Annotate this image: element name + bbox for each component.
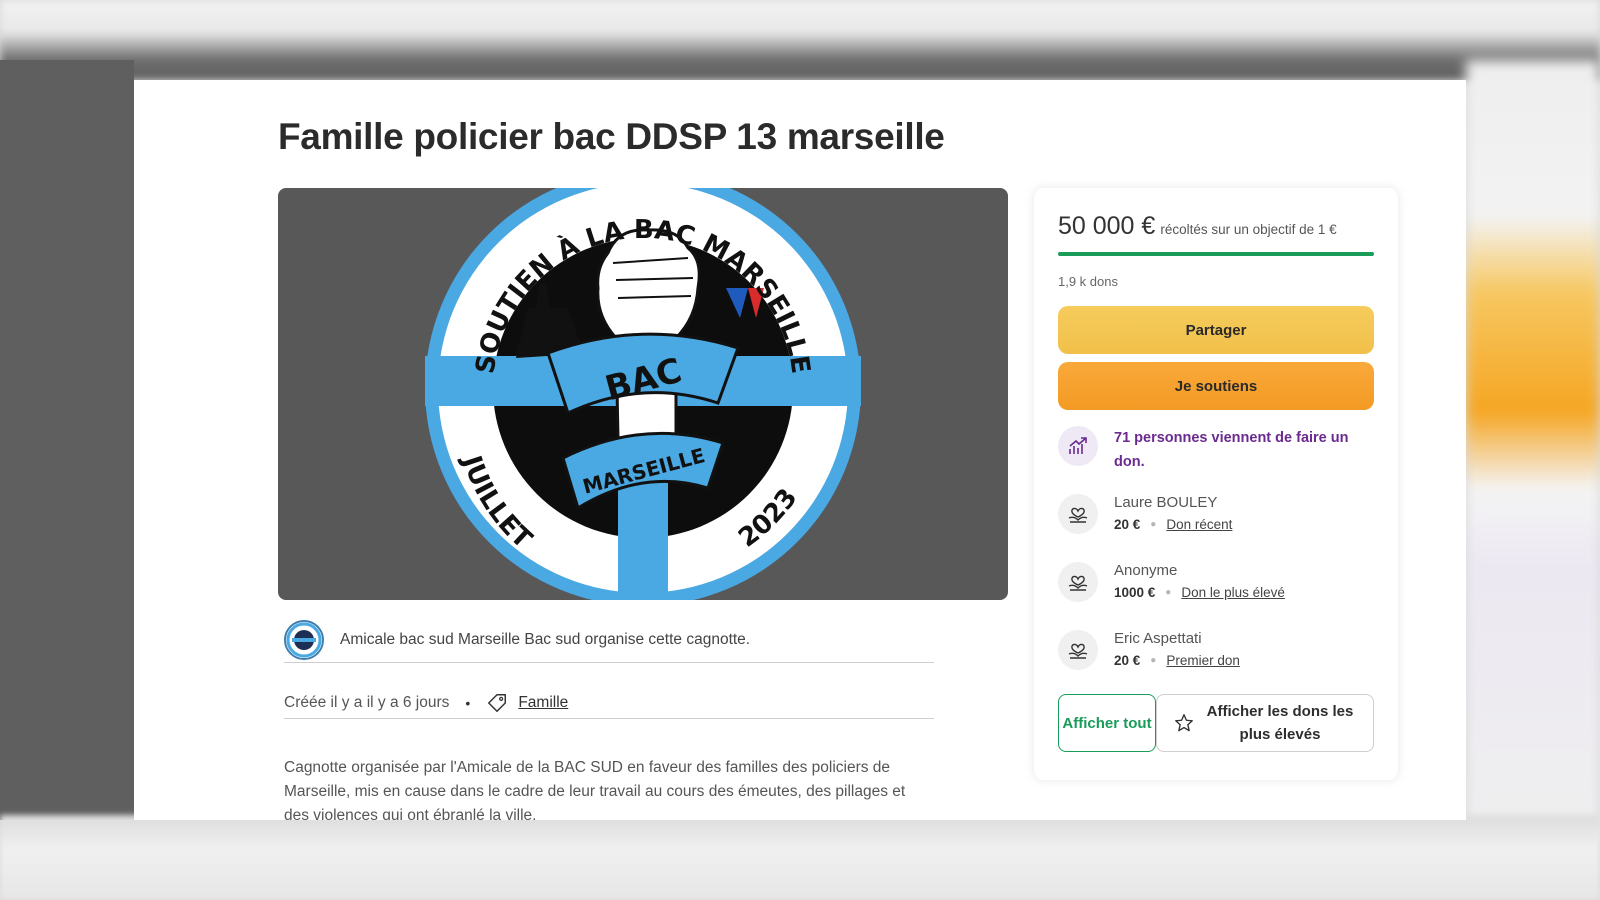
organizer-logo-icon <box>286 622 322 658</box>
donor-amount: 1000 € <box>1114 585 1156 600</box>
organizer-text: Amicale bac sud Marseille Bac sud organi… <box>340 631 751 648</box>
donor-name: Laure BOULEY <box>1114 494 1218 511</box>
amount-goal-text: récoltés sur un objectif de 1 € <box>1160 222 1337 237</box>
donor-amount: 20 € <box>1114 653 1141 668</box>
heart-hand-icon <box>1058 562 1098 602</box>
heart-hand-icon <box>1058 494 1098 534</box>
divider <box>284 718 934 719</box>
heart-hand-icon <box>1058 630 1098 670</box>
campaign-meta: Créée il y a il y a 6 jours • Famille <box>284 692 568 714</box>
campaign-description: Cagnotte organisée par l'Amicale de la B… <box>284 759 906 820</box>
donor-badge-link[interactable]: Don le plus élevé <box>1181 582 1285 604</box>
tag-icon <box>488 694 507 712</box>
show-all-button[interactable]: Afficher tout <box>1058 694 1156 752</box>
amount-row: 50 000 € récoltés sur un objectif de 1 € <box>1058 212 1337 241</box>
recent-activity: 71 personnes viennent de faire un don. <box>1058 426 1374 474</box>
support-button[interactable]: Je soutiens <box>1058 362 1374 410</box>
divider <box>284 662 934 663</box>
share-button[interactable]: Partager <box>1058 306 1374 354</box>
donor-item: Eric Aspettati 20 € ● Premier don <box>1058 628 1240 672</box>
star-icon <box>1175 714 1193 732</box>
background-blur-bottom <box>0 815 1600 900</box>
dot-separator: ● <box>1150 655 1157 666</box>
progress-bar <box>1058 252 1374 256</box>
recent-activity-text: 71 personnes viennent de faire un don. <box>1114 430 1349 470</box>
campaign-hero-image: BAC MARSEILLE SOUTIEN À LA BAC MARSEILLE… <box>278 188 1008 600</box>
background-blur-top <box>0 0 1600 80</box>
donor-name: Anonyme <box>1114 562 1178 579</box>
background-blur-left <box>0 60 134 820</box>
progress-bar-fill <box>1058 252 1374 256</box>
show-top-donations-label: Afficher les dons les plus élevés <box>1206 703 1354 743</box>
bac-marseille-badge-logo: BAC MARSEILLE SOUTIEN À LA BAC MARSEILLE… <box>425 188 861 600</box>
donor-item: Anonyme 1000 € ● Don le plus élevé <box>1058 560 1285 604</box>
category-link[interactable]: Famille <box>518 694 568 712</box>
donation-card: 50 000 € récoltés sur un objectif de 1 €… <box>1034 188 1398 780</box>
dot-separator: ● <box>1150 519 1157 530</box>
donor-item: Laure BOULEY 20 € ● Don récent <box>1058 492 1232 536</box>
donor-name: Eric Aspettati <box>1114 630 1202 647</box>
donor-badge-link[interactable]: Premier don <box>1166 650 1240 672</box>
background-blur-right <box>1466 60 1600 840</box>
meta-separator: • <box>465 695 471 711</box>
show-top-donations-button[interactable]: Afficher les dons les plus élevés <box>1156 694 1374 752</box>
dot-separator: ● <box>1165 587 1172 598</box>
organizer-row: Amicale bac sud Marseille Bac sud organi… <box>284 620 750 660</box>
campaign-page: Famille policier bac DDSP 13 marseille B… <box>134 80 1466 820</box>
donor-amount: 20 € <box>1114 517 1141 532</box>
donor-badge-link[interactable]: Don récent <box>1166 514 1232 536</box>
trend-up-icon <box>1058 426 1098 466</box>
organizer-avatar[interactable] <box>284 620 324 660</box>
amount-raised: 50 000 € <box>1058 212 1156 240</box>
donations-count: 1,9 k dons <box>1058 274 1118 289</box>
page-title: Famille policier bac DDSP 13 marseille <box>278 116 945 157</box>
created-date: Créée il y a il y a 6 jours <box>284 694 450 711</box>
